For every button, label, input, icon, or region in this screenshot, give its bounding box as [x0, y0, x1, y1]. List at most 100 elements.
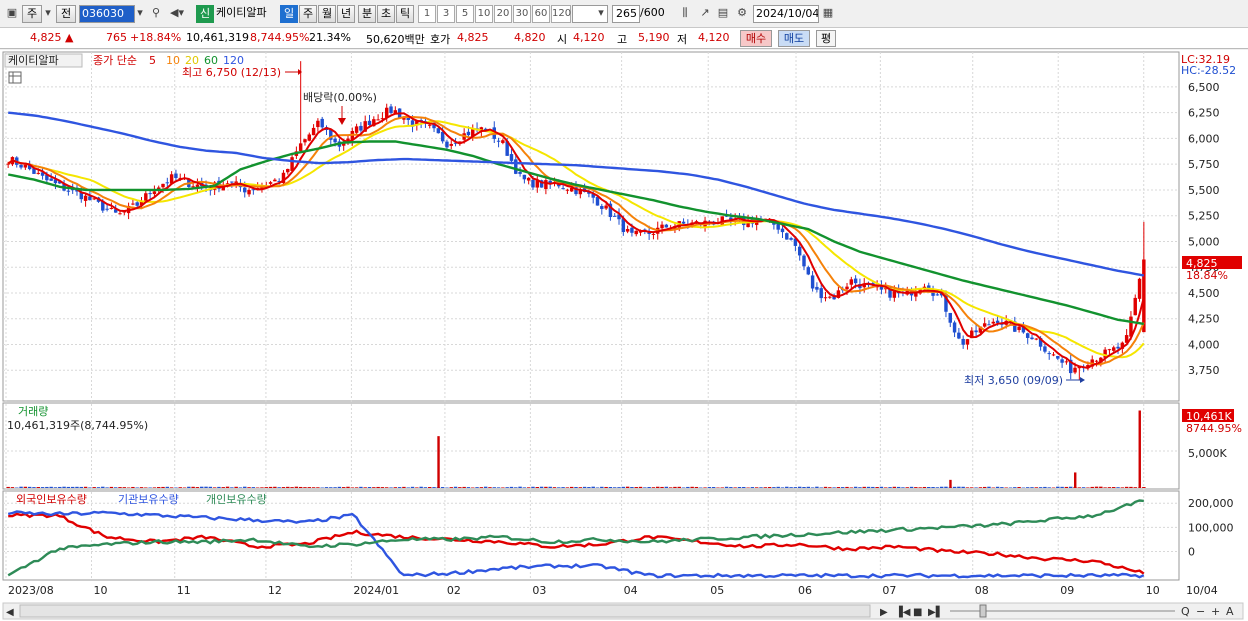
save-icon[interactable]: ▤ [715, 5, 731, 23]
window-menu-icon[interactable]: ▣ [4, 5, 20, 23]
tick-option-60[interactable]: 60 [532, 5, 550, 23]
volume-bar [518, 486, 522, 488]
tick-option-120[interactable]: 120 [551, 5, 571, 23]
candle-body [1051, 354, 1056, 356]
buy-button[interactable]: 매수 [740, 30, 772, 47]
candle-body [509, 154, 514, 161]
scroll-left-icon[interactable]: ◀ [6, 607, 14, 618]
volume-bar [759, 487, 763, 488]
volume-bar [92, 487, 96, 488]
candle-body [853, 278, 858, 284]
chevron-down-icon[interactable]: ▾ [42, 5, 54, 23]
volume-bar [212, 487, 217, 488]
volume-bar [707, 487, 712, 488]
volume-bar [892, 486, 897, 488]
table-view-icon[interactable] [8, 71, 22, 84]
candle-body [1116, 346, 1120, 349]
gear-icon[interactable]: ⚙ [734, 5, 750, 23]
evaluate-button[interactable]: 평 [816, 30, 836, 47]
date-input[interactable]: 2024/10/04 [753, 5, 819, 23]
chart-area[interactable]: 6,5006,2506,0005,7505,5005,2505,0004,750… [0, 50, 1248, 621]
period-tab-month[interactable]: 월 [318, 5, 336, 23]
volume-bar [372, 487, 376, 488]
view-mode-select[interactable]: 전 [56, 5, 76, 23]
tick-option-30[interactable]: 30 [513, 5, 531, 23]
tick-option-5[interactable]: 5 [456, 5, 474, 23]
calendar-icon[interactable]: ▦ [819, 5, 837, 23]
search-icon[interactable]: ⚲ [148, 5, 164, 23]
candle-body [307, 134, 312, 141]
volume-bar [686, 486, 690, 488]
volume-bar [531, 486, 535, 488]
volume-bar [974, 487, 978, 488]
volume-bar [797, 486, 802, 488]
volume-bar [1017, 487, 1021, 488]
trend-line-icon[interactable]: ↗ [696, 5, 714, 23]
volume-bar [19, 486, 23, 488]
plus-icon[interactable]: + [1211, 605, 1220, 618]
dividend-annotation: 배당락(0.00%) [303, 91, 377, 104]
candle-type-icon[interactable]: ⫼ [676, 5, 694, 23]
volume-bar [234, 486, 238, 488]
volume-bar [793, 487, 798, 488]
tick-option-20[interactable]: 20 [494, 5, 512, 23]
candle-body [815, 286, 819, 290]
candle-body [965, 339, 970, 345]
tick-option-1[interactable]: 1 [418, 5, 436, 23]
volume-bar [694, 486, 699, 488]
x-tick-label: 07 [882, 584, 896, 597]
volume-bar [466, 487, 471, 488]
candle-body [83, 195, 88, 201]
candle-body [316, 120, 320, 128]
auto-scale-icon[interactable]: A [1226, 605, 1234, 618]
sell-button[interactable]: 매도 [778, 30, 810, 47]
volume-bar [587, 487, 591, 488]
volume-bar [10, 487, 15, 488]
period-tab-week[interactable]: 주 [299, 5, 317, 23]
volume-bar [729, 487, 733, 488]
candle-body [625, 229, 630, 232]
scrollbar-thumb[interactable] [19, 604, 871, 618]
high-label: 고 [617, 33, 628, 46]
volume-bar [664, 486, 669, 488]
volume-bar [987, 486, 991, 488]
volume-bar [410, 486, 415, 488]
minus-icon[interactable]: − [1196, 605, 1205, 618]
volume-bar [238, 487, 243, 488]
tick-option-3[interactable]: 3 [437, 5, 455, 23]
scroll-end-icon[interactable]: ▶▌ [928, 605, 943, 618]
period-tab-day[interactable]: 일 [280, 5, 298, 23]
market-type-select[interactable]: 주 [22, 5, 42, 23]
chevron-down-icon[interactable]: ▾ [134, 5, 146, 23]
period-tab-minute[interactable]: 분 [358, 5, 376, 23]
volume-bar [931, 487, 935, 488]
scroll-right-icon[interactable]: ▶ [880, 607, 888, 618]
zoom-out-icon[interactable]: Q [1181, 605, 1190, 618]
volume-bar [316, 487, 320, 488]
x-tick-label: 04 [624, 584, 638, 597]
sound-icon[interactable]: ◀▾ [166, 5, 188, 23]
stop-icon[interactable]: ■ [913, 607, 922, 618]
volume-bar [66, 486, 71, 488]
stock-code-input[interactable]: 036030 [79, 5, 135, 23]
volume-bar [935, 487, 940, 488]
period-tab-tick[interactable]: 틱 [396, 5, 414, 23]
volume-bar [862, 486, 866, 488]
tick-option-10[interactable]: 10 [475, 5, 493, 23]
volume-bar [742, 486, 746, 488]
period-tab-year[interactable]: 년 [337, 5, 355, 23]
volume-bar [428, 487, 432, 488]
chevron-down-icon[interactable]: ▾ [595, 5, 607, 23]
candle-body [333, 138, 337, 143]
volume-bar [225, 486, 230, 488]
volume-bar [668, 487, 673, 488]
low-price: 4,120 [698, 31, 730, 44]
volume-bar [884, 487, 888, 488]
volume-bar [939, 486, 944, 488]
zoom-slider-thumb[interactable] [979, 604, 987, 618]
price-tick-label: 6,250 [1188, 107, 1220, 120]
data-count-input[interactable]: 265 [612, 5, 640, 23]
period-tab-second[interactable]: 초 [377, 5, 395, 23]
scroll-start-icon[interactable]: ▐◀ [895, 605, 911, 618]
candle-body [144, 193, 148, 202]
